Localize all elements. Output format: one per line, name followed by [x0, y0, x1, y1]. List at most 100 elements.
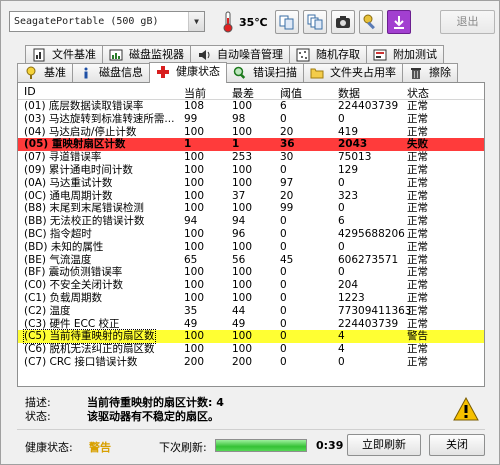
table-row[interactable]: (BB) 无法校正的错误计数 94 94 0 6 正常 — [18, 215, 484, 228]
table-header: ID 当前 最差 阈值 数据 状态 — [18, 83, 484, 100]
tab-random-access[interactable]: 随机存取 — [289, 45, 367, 64]
cell-id: (BF) 震动侦测错误率 — [24, 266, 123, 279]
cell-worst: 100 — [232, 343, 253, 356]
table-row[interactable]: (BC) 指令超时 100 96 0 4295688206 正常 — [18, 228, 484, 241]
refresh-progress-bar — [215, 439, 307, 452]
table-row[interactable]: (03) 马达旋转到标准转速所需... 99 98 0 0 正常 — [18, 113, 484, 126]
column-header-worst[interactable]: 最差 — [232, 85, 254, 101]
tab-health[interactable]: 健康状态 — [149, 62, 227, 83]
cell-worst: 100 — [232, 266, 253, 279]
cell-current: 100 — [184, 189, 205, 202]
download-arrow-icon — [394, 16, 404, 29]
drive-select-value: SeagatePortable (500 gB) — [14, 16, 159, 27]
table-row[interactable]: (BF) 震动侦测错误率 100 100 0 0 正常 — [18, 266, 484, 279]
table-row[interactable]: (B8) 末尾到末尾错误检测 100 100 99 0 正常 — [18, 202, 484, 215]
cell-status: 正常 — [407, 266, 428, 279]
cell-threshold: 0 — [280, 163, 287, 176]
drive-select[interactable]: SeagatePortable (500 gB) ▼ — [9, 11, 205, 32]
table-body: (01) 底层数据读取错误率 108 100 6 224403739 正常 (03) 马达旋… — [18, 100, 484, 369]
table-row[interactable]: (09) 累计通电时间计数 100 100 0 129 正常 — [18, 164, 484, 177]
extra-tests-icon — [373, 49, 387, 61]
cell-worst: 37 — [232, 189, 246, 202]
table-row[interactable]: (C2) 温度 35 44 0 77309411363 正常 — [18, 305, 484, 318]
refresh-now-button[interactable]: 立即刷新 — [347, 434, 421, 456]
table-row[interactable]: (01) 底层数据读取错误率 108 100 6 224403739 正常 — [18, 100, 484, 113]
thermometer-icon — [223, 11, 233, 33]
tab-error-scan[interactable]: 错误扫描 — [226, 63, 304, 82]
smart-attributes-table: ID 当前 最差 阈值 数据 状态 (01) 底层数据读取错误率 108 100 6 2… — [17, 82, 485, 387]
cell-threshold: 0 — [280, 227, 287, 240]
disk-monitor-icon — [109, 49, 123, 61]
cell-status: 正常 — [407, 240, 428, 253]
cell-current: 100 — [184, 163, 205, 176]
cell-worst: 100 — [232, 330, 253, 343]
tab-label: 健康状态 — [176, 65, 220, 78]
cell-id: (09) 累计通电时间计数 — [24, 163, 133, 176]
table-row[interactable]: (BE) 气流温度 65 56 45 606273571 正常 — [18, 254, 484, 267]
copy-icon — [279, 15, 294, 30]
table-row[interactable]: (BD) 未知的属性 100 100 0 0 正常 — [18, 241, 484, 254]
tab-erase[interactable]: 擦除 — [402, 63, 458, 82]
table-row[interactable]: (C7) CRC 接口错误计数 200 200 0 0 正常 — [18, 356, 484, 369]
column-header-status[interactable]: 状态 — [407, 85, 429, 101]
cell-threshold: 0 — [280, 240, 287, 253]
cell-threshold: 0 — [280, 112, 287, 125]
cell-current: 108 — [184, 100, 205, 112]
cell-threshold: 99 — [280, 202, 294, 215]
download-button[interactable] — [387, 10, 411, 34]
tab-folder-usage[interactable]: 文件夹占用率 — [303, 63, 403, 82]
chevron-down-icon[interactable]: ▼ — [188, 12, 204, 31]
tab-label: 磁盘监视器 — [129, 48, 184, 61]
table-row[interactable]: (07) 寻道错误率 100 253 30 75013 正常 — [18, 151, 484, 164]
cell-data: 129 — [338, 163, 359, 176]
cell-status: 正常 — [407, 176, 428, 189]
cell-worst: 1 — [232, 138, 240, 151]
table-row[interactable]: (C3) 硬件 ECC 校正 49 49 0 224403739 正常 — [18, 318, 484, 331]
cell-data: 6 — [338, 215, 345, 228]
cell-threshold: 0 — [280, 279, 287, 292]
copy-button[interactable] — [275, 10, 299, 34]
tab-extra-tests[interactable]: 附加测试 — [366, 45, 444, 64]
screenshot-button[interactable] — [331, 10, 355, 34]
cell-threshold: 30 — [280, 151, 294, 164]
cell-current: 100 — [184, 291, 205, 304]
column-header-current[interactable]: 当前 — [184, 85, 206, 101]
tab-label: 随机存取 — [316, 48, 360, 61]
cell-worst: 100 — [232, 176, 253, 189]
tab-label: 文件基准 — [52, 48, 96, 61]
tab-benchmark[interactable]: 基准 — [17, 63, 73, 82]
column-header-threshold[interactable]: 阈值 — [280, 85, 302, 101]
cell-worst: 100 — [232, 125, 253, 138]
cell-threshold: 0 — [280, 317, 287, 330]
column-header-id[interactable]: ID — [24, 85, 36, 98]
column-header-data[interactable]: 数据 — [338, 85, 360, 101]
cell-current: 1 — [184, 138, 192, 151]
table-row[interactable]: (C0) 不安全关闭计数 100 100 0 204 正常 — [18, 279, 484, 292]
table-row[interactable]: (0A) 马达重试计数 100 100 97 0 正常 — [18, 177, 484, 190]
cell-status: 正常 — [407, 343, 428, 356]
cell-worst: 100 — [232, 291, 253, 304]
cell-current: 65 — [184, 253, 198, 266]
tab-disk-info[interactable]: 磁盘信息 — [72, 63, 150, 82]
cell-data: 1223 — [338, 291, 365, 304]
cell-current: 94 — [184, 215, 198, 228]
close-button[interactable]: 关闭 — [429, 434, 485, 456]
table-row[interactable]: (05) 重映射扇区计数 1 1 36 2043 失败 — [18, 138, 484, 152]
cell-worst: 100 — [232, 279, 253, 292]
copy-all-button[interactable] — [303, 10, 327, 34]
options-button[interactable] — [359, 10, 383, 34]
tab-label: 磁盘信息 — [99, 66, 143, 79]
cell-current: 200 — [184, 355, 205, 368]
table-row[interactable]: (0C) 通电周期计数 100 37 20 323 正常 — [18, 190, 484, 203]
cell-status: 正常 — [407, 189, 428, 202]
cell-id: (C1) 负载周期数 — [24, 291, 103, 304]
exit-button[interactable]: 退出 — [440, 10, 495, 34]
cell-status: 正常 — [407, 253, 428, 266]
table-row[interactable]: (04) 马达启动/停止计数 100 100 20 419 正常 — [18, 126, 484, 139]
cell-data: 0 — [338, 112, 345, 125]
table-row[interactable]: (C1) 负载周期数 100 100 0 1223 正常 — [18, 292, 484, 305]
cell-threshold: 0 — [280, 266, 287, 279]
tab-file-benchmark[interactable]: 文件基准 — [25, 45, 103, 64]
table-row[interactable]: (C6) 脱机无法纠正的扇区数 100 100 0 4 正常 — [18, 343, 484, 356]
table-row[interactable]: (C5) 当前待重映射的扇区数 100 100 0 4 警告 — [18, 329, 484, 345]
